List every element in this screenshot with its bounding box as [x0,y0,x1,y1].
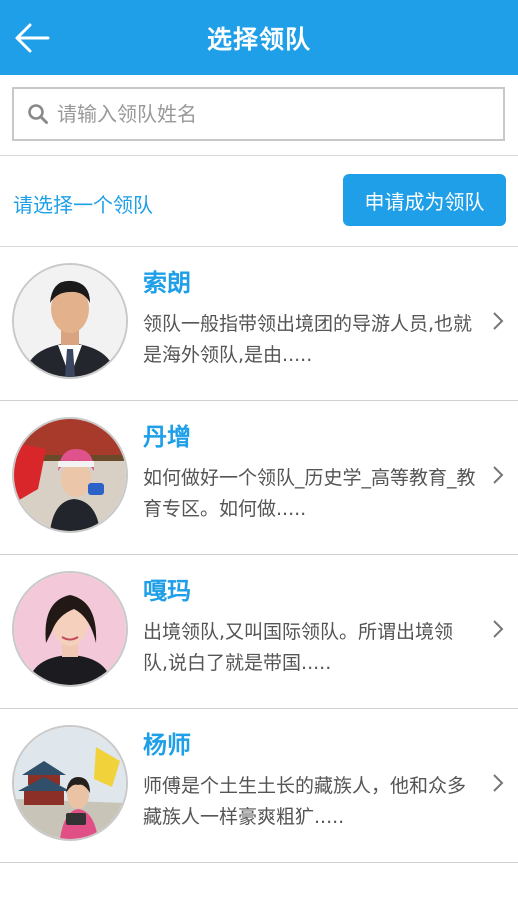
app-header: 选择领队 [0,0,518,75]
chevron-right-icon [493,774,504,792]
leader-name: 索朗 [143,269,191,297]
apply-leader-button[interactable]: 申请成为领队 [343,174,506,226]
leader-description: 如何做好一个领队_历史学_高等教育_教育专区。如何做..... [143,467,476,520]
search-section [0,75,518,156]
leader-name: 嘎玛 [143,577,191,605]
chevron-right-icon [493,466,504,484]
search-box[interactable] [12,87,505,141]
list-item[interactable]: 丹增 如何做好一个领队_历史学_高等教育_教育专区。如何做..... [0,401,518,555]
back-arrow-icon[interactable] [12,20,52,56]
leader-name: 杨师 [143,731,191,759]
list-item[interactable]: 索朗 领队一般指带领出境团的导游人员,也就是海外领队,是由..... [0,247,518,401]
page-title: 选择领队 [206,24,311,54]
leader-list: 索朗 领队一般指带领出境团的导游人员,也就是海外领队,是由..... 丹增 如何… [0,247,518,863]
avatar [12,725,128,841]
chevron-right-icon [493,312,504,330]
choose-bar: 请选择一个领队 申请成为领队 [0,156,518,247]
choose-hint: 请选择一个领队 [13,193,153,217]
leader-description: 师傅是个土生土长的藏族人，他和众多藏族人一样豪爽粗犷..... [143,775,467,828]
list-item[interactable]: 杨师 师傅是个土生土长的藏族人，他和众多藏族人一样豪爽粗犷..... [0,709,518,863]
chevron-right-icon [493,620,504,638]
avatar [12,263,128,379]
leader-name: 丹增 [143,423,191,451]
leader-description: 出境领队,又叫国际领队。所谓出境领队,说白了就是带国..... [143,621,454,674]
search-input[interactable] [55,101,479,127]
leader-description: 领队一般指带领出境团的导游人员,也就是海外领队,是由..... [143,313,473,366]
list-item[interactable]: 嘎玛 出境领队,又叫国际领队。所谓出境领队,说白了就是带国..... [0,555,518,709]
avatar [12,571,128,687]
search-icon [28,104,48,124]
avatar [12,417,128,533]
